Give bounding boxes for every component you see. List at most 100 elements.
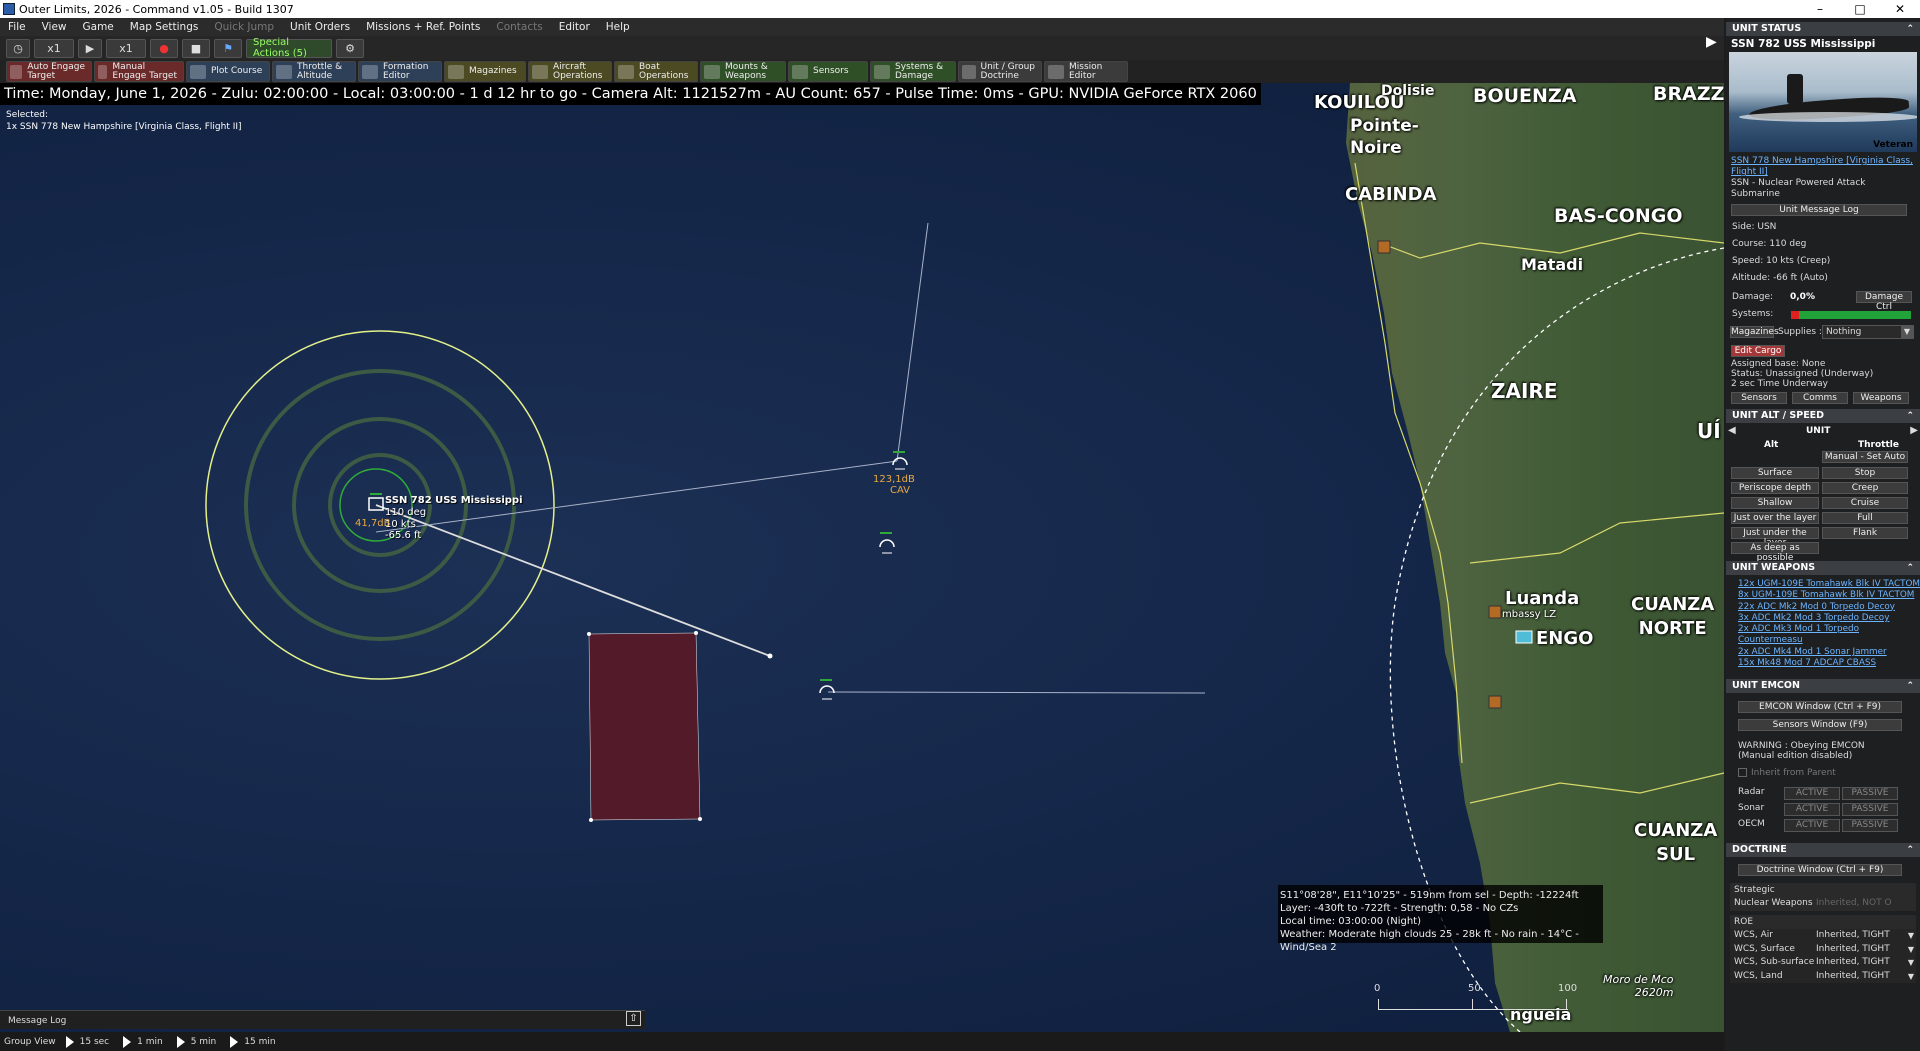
formation-editor-button[interactable]: Formation Editor: [358, 61, 442, 82]
nuclear-weapons-value[interactable]: Inherited, NOT O: [1816, 898, 1892, 908]
unit-message-log-button[interactable]: Unit Message Log: [1731, 204, 1907, 216]
collapse-icon[interactable]: ⌃: [1906, 409, 1914, 423]
collapse-icon[interactable]: ⌃: [1906, 679, 1914, 693]
wcs-surface-value[interactable]: Inherited, TIGHT: [1816, 943, 1890, 957]
throttle-altitude-button[interactable]: Throttle & Altitude: [272, 61, 356, 82]
speed-creep-button[interactable]: Creep: [1822, 482, 1908, 494]
weapon-item[interactable]: 15x Mk48 Mod 7 ADCAP CBASS: [1738, 658, 1920, 669]
speed-flank-button[interactable]: Flank: [1822, 527, 1908, 539]
collapse-panel-icon[interactable]: ▶: [1706, 34, 1718, 50]
contact-marker[interactable]: [879, 532, 895, 554]
inherit-checkbox[interactable]: Inherit from Parent: [1726, 761, 1920, 779]
aircraft-operations-button[interactable]: Aircraft Operations: [528, 61, 612, 82]
mission-editor-button[interactable]: Mission Editor: [1044, 61, 1128, 82]
flag-icon[interactable]: ⚑: [214, 38, 242, 58]
airfield-icon[interactable]: [1488, 695, 1502, 709]
manual-engage-button[interactable]: Manual Engage Target: [94, 61, 184, 82]
oecm-passive-button[interactable]: PASSIVE: [1842, 819, 1898, 833]
alt-over-layer-button[interactable]: Just over the layer: [1731, 512, 1819, 524]
weapon-item[interactable]: 3x ADC Mk2 Mod 3 Torpedo Decoy: [1738, 613, 1920, 624]
speed-cruise-button[interactable]: Cruise: [1822, 497, 1908, 509]
alt-deep-button[interactable]: As deep as possible: [1731, 542, 1819, 563]
alt-shallow-button[interactable]: Shallow: [1731, 497, 1819, 509]
weapons-header[interactable]: UNIT WEAPONS ⌃: [1726, 561, 1920, 575]
chevron-down-icon[interactable]: ▼: [1908, 929, 1914, 943]
next-icon[interactable]: ▶: [1910, 425, 1918, 436]
wcs-air-value[interactable]: Inherited, TIGHT: [1816, 929, 1890, 943]
doctrine-button[interactable]: Unit / Group Doctrine: [958, 61, 1042, 82]
doctrine-window-button[interactable]: Doctrine Window (Ctrl + F9): [1738, 864, 1902, 877]
chevron-down-icon[interactable]: ▼: [1908, 970, 1914, 984]
waypoint-marker[interactable]: [767, 653, 773, 659]
tab-sensors[interactable]: Sensors: [1731, 392, 1787, 404]
magazines-tab[interactable]: Magazines: [1730, 326, 1779, 338]
damage-control-button[interactable]: Damage Ctrl: [1856, 291, 1912, 312]
supplies-dropdown[interactable]: Nothing ▼: [1822, 325, 1914, 339]
plot-course-button[interactable]: Plot Course: [186, 61, 270, 82]
collapse-icon[interactable]: ⌃: [1906, 22, 1914, 36]
collapse-icon[interactable]: ⌃: [1906, 843, 1914, 857]
magazines-button[interactable]: Magazines: [444, 61, 526, 82]
time-step[interactable]: x1: [106, 38, 146, 58]
auto-engage-button[interactable]: Auto Engage Target: [6, 61, 92, 82]
alt-periscope-button[interactable]: Periscope depth: [1731, 482, 1819, 494]
step-15sec-button[interactable]: 15 sec: [60, 1035, 109, 1048]
prev-icon[interactable]: ◀: [1728, 425, 1736, 436]
step-1min-button[interactable]: 1 min: [117, 1035, 163, 1048]
gear-icon[interactable]: ⚙: [336, 38, 364, 58]
chevron-down-icon[interactable]: ▼: [1908, 956, 1914, 970]
menu-file[interactable]: File: [0, 21, 34, 33]
airfield-icon[interactable]: [1488, 605, 1502, 619]
contact-marker[interactable]: [819, 679, 835, 700]
menu-contacts[interactable]: Contacts: [488, 21, 550, 33]
contact-marker[interactable]: [892, 451, 908, 470]
message-log-bar[interactable]: Message Log: [0, 1010, 645, 1029]
speed-stop-button[interactable]: Stop: [1822, 467, 1908, 479]
restricted-area[interactable]: [588, 632, 701, 821]
weapon-item[interactable]: 12x UGM-109E Tomahawk Blk IV TACTOM: [1738, 579, 1920, 590]
facility-icon[interactable]: [1515, 630, 1533, 644]
sensors-button[interactable]: Sensors: [788, 61, 868, 82]
tab-comms[interactable]: Comms: [1792, 392, 1848, 404]
collapse-icon[interactable]: ⌃: [1906, 561, 1914, 575]
alt-under-layer-button[interactable]: Just under the layer: [1731, 527, 1819, 548]
weapon-item[interactable]: 22x ADC Mk2 Mod 0 Torpedo Decoy: [1738, 602, 1920, 613]
sonar-active-button[interactable]: ACTIVE: [1784, 803, 1840, 817]
unit-class-link[interactable]: SSN 778 New Hampshire [Virginia Class, F…: [1726, 152, 1920, 178]
special-actions-button[interactable]: Special Actions (5): [246, 37, 332, 59]
doctrine-header[interactable]: DOCTRINE ⌃: [1726, 843, 1920, 858]
wcs-land-value[interactable]: Inherited, TIGHT: [1816, 970, 1890, 984]
weapon-item[interactable]: 2x ADC Mk3 Mod 1 Torpedo Countermeasu: [1738, 624, 1920, 647]
weapon-item[interactable]: 2x ADC Mk4 Mod 1 Sonar Jammer: [1738, 647, 1920, 658]
step-5min-button[interactable]: 5 min: [171, 1035, 216, 1048]
menu-help[interactable]: Help: [598, 21, 638, 33]
sonar-passive-button[interactable]: PASSIVE: [1842, 803, 1898, 817]
manual-set-auto-button[interactable]: Manual - Set Auto: [1822, 451, 1908, 463]
menu-view[interactable]: View: [34, 21, 75, 33]
submarine-unit-icon[interactable]: [368, 497, 384, 511]
alt-speed-header[interactable]: UNIT ALT / SPEED ⌃: [1726, 409, 1920, 423]
sensors-window-button[interactable]: Sensors Window (F9): [1738, 719, 1902, 732]
close-button[interactable]: ✕: [1880, 0, 1920, 18]
mounts-weapons-button[interactable]: Mounts & Weapons: [700, 61, 786, 82]
weapon-item[interactable]: 8x UGM-109E Tomahawk Blk IV TACTOM: [1738, 590, 1920, 601]
tab-weapons[interactable]: Weapons: [1853, 392, 1909, 404]
boat-operations-button[interactable]: Boat Operations: [614, 61, 698, 82]
menu-missions[interactable]: Missions + Ref. Points: [358, 21, 488, 33]
menu-map-settings[interactable]: Map Settings: [122, 21, 207, 33]
step-15min-button[interactable]: 15 min: [224, 1035, 276, 1048]
unit-status-header[interactable]: UNIT STATUS ⌃: [1726, 22, 1920, 36]
clock-icon[interactable]: ◷: [6, 38, 30, 58]
emcon-header[interactable]: UNIT EMCON ⌃: [1726, 679, 1920, 694]
tactical-map[interactable]: Time: Monday, June 1, 2026 - Zulu: 02:00…: [0, 83, 1724, 1032]
expand-log-icon[interactable]: ⇧: [626, 1011, 641, 1026]
speed-full-button[interactable]: Full: [1822, 512, 1908, 524]
play-icon[interactable]: ▶: [78, 38, 102, 58]
alt-surface-button[interactable]: Surface: [1731, 467, 1819, 479]
radar-passive-button[interactable]: PASSIVE: [1842, 787, 1898, 801]
time-compression[interactable]: x1: [34, 38, 74, 58]
menu-quick-jump[interactable]: Quick Jump: [206, 21, 282, 33]
minimize-button[interactable]: –: [1800, 0, 1840, 18]
radar-active-button[interactable]: ACTIVE: [1784, 787, 1840, 801]
airfield-icon[interactable]: [1377, 240, 1391, 254]
